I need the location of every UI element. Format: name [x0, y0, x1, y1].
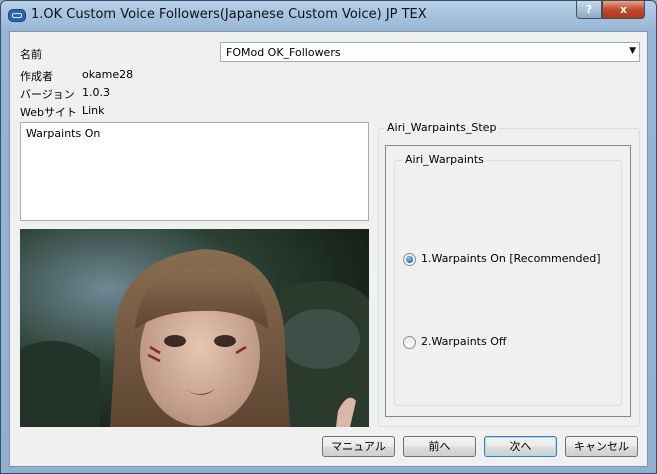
installer-window: 1.OK Custom Voice Followers(Japanese Cus… [0, 0, 657, 474]
close-button[interactable]: x [602, 1, 645, 19]
name-dropdown-value: FOMod OK_Followers [226, 46, 341, 59]
description-text: Warpaints On [26, 127, 101, 140]
preview-picture [20, 229, 369, 427]
title-bar[interactable]: 1.OK Custom Voice Followers(Japanese Cus… [1, 1, 656, 31]
radio-selected-icon[interactable] [403, 253, 416, 266]
version-label: バージョン [20, 88, 75, 101]
cancel-button[interactable]: キャンセル [565, 436, 638, 457]
description-box[interactable]: Warpaints On [20, 122, 369, 221]
next-button[interactable]: 次へ [484, 436, 557, 457]
step-panel: Airi_Warpaints 1.Warpaints On [Recommend… [385, 145, 631, 417]
website-link[interactable]: Link [82, 104, 105, 117]
option-label: 1.Warpaints On [Recommended] [421, 252, 601, 265]
step-title: Airi_Warpaints_Step [385, 121, 499, 134]
option-label: 2.Warpaints Off [421, 335, 507, 348]
app-icon [8, 9, 26, 22]
radio-unselected-icon[interactable] [403, 336, 416, 349]
author-value: okame28 [82, 68, 134, 81]
option-group-title: Airi_Warpaints [403, 153, 486, 166]
dialog-body: 名前 FOMod OK_Followers ▼ 作成者 okame28 バージョ… [9, 31, 648, 467]
back-button[interactable]: 前へ [403, 436, 476, 457]
help-button[interactable]: ? [576, 1, 602, 19]
chevron-down-icon[interactable]: ▼ [629, 46, 636, 56]
name-dropdown[interactable]: FOMod OK_Followers ▼ [220, 42, 640, 62]
step-group: Airi_Warpaints_Step Airi_Warpaints 1.War… [378, 121, 640, 427]
preview-image [20, 229, 369, 427]
manual-button[interactable]: マニュアル [322, 436, 395, 457]
window-title: 1.OK Custom Voice Followers(Japanese Cus… [31, 7, 427, 22]
author-label: 作成者 [20, 70, 53, 83]
version-value: 1.0.3 [82, 86, 110, 99]
website-label: Webサイト [20, 106, 77, 119]
name-label: 名前 [20, 48, 42, 61]
option-group: Airi_Warpaints 1.Warpaints On [Recommend… [394, 153, 622, 406]
